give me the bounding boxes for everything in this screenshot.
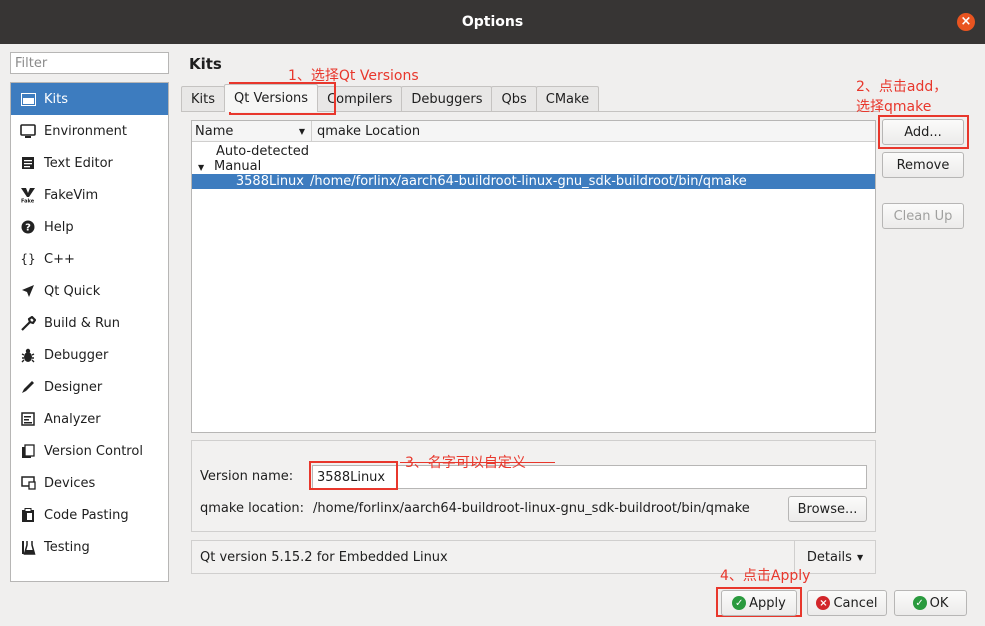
sidebar-item-label: Debugger (44, 347, 109, 363)
apply-label: Apply (749, 595, 786, 611)
apply-check-icon: ✓ (732, 596, 747, 610)
sidebar-item-label: Testing (44, 539, 90, 555)
sidebar-item-label: Environment (44, 123, 128, 139)
apply-button[interactable]: ✓ Apply (721, 590, 797, 616)
cpp-icon: {} (20, 252, 36, 266)
build-run-icon (18, 314, 38, 332)
sidebar-item-label: Text Editor (44, 155, 113, 171)
sidebar-item-label: C++ (44, 251, 75, 267)
devices-icon (18, 474, 38, 492)
sidebar-item-qt-quick[interactable]: Qt Quick (11, 275, 168, 307)
tab-debuggers[interactable]: Debuggers (401, 86, 493, 112)
cancel-label: Cancel (833, 595, 878, 611)
group-label: Auto-detected (216, 144, 309, 159)
annotation-step4: 4、点击Apply (720, 568, 811, 584)
sidebar-item-build-run[interactable]: Build & Run (11, 307, 168, 339)
sidebar-item-version-control[interactable]: Version Control (11, 435, 168, 467)
column-header-qmake-location[interactable]: qmake Location (312, 121, 420, 141)
sidebar-item-kits[interactable]: Kits (11, 83, 168, 115)
sidebar-item-devices[interactable]: Devices (11, 467, 168, 499)
column-header-name[interactable]: Name ▼ (192, 121, 312, 141)
environment-icon (18, 122, 38, 140)
testing-icon (18, 538, 38, 556)
sidebar-item-label: Devices (44, 475, 96, 491)
sidebar-item-text-editor[interactable]: Text Editor (11, 147, 168, 179)
tab-cmake[interactable]: CMake (535, 86, 600, 112)
title-bar: Options × (0, 0, 985, 44)
tab-qbs[interactable]: Qbs (491, 86, 537, 112)
sidebar-item-label: Build & Run (44, 315, 120, 331)
list-item[interactable]: Auto-detected (192, 144, 875, 159)
ok-check-icon: ✓ (912, 596, 927, 610)
tab-kits[interactable]: Kits (181, 86, 226, 112)
svg-text:Fake: Fake (21, 199, 35, 204)
sidebar-item-label: FakeVim (44, 187, 99, 203)
remove-button[interactable]: Remove (882, 152, 964, 178)
table-row[interactable]: 3588Linux/home/forlinx/aarch64-buildroot… (192, 174, 875, 189)
close-icon[interactable]: × (957, 13, 975, 31)
code-pasting-icon (18, 506, 38, 524)
strikethrough-line (400, 462, 555, 463)
version-control-icon (18, 442, 38, 460)
group-label: Manual (214, 159, 262, 174)
svg-text:?: ? (25, 223, 31, 234)
sidebar-item-analyzer[interactable]: Analyzer (11, 403, 168, 435)
sidebar-item-label: Analyzer (44, 411, 101, 427)
tab-qt-versions[interactable]: Qt Versions (224, 84, 319, 112)
fakevim-icon: Fake (18, 186, 38, 204)
cancel-x-icon: × (816, 596, 831, 610)
expand-arrow-icon[interactable]: ▼ (198, 160, 214, 175)
highlight-add-button (878, 115, 969, 149)
cancel-button[interactable]: × Cancel (807, 590, 887, 616)
ok-label: OK (929, 595, 949, 611)
sidebar-item-code-pasting[interactable]: Code Pasting (11, 499, 168, 531)
filter-input[interactable] (10, 52, 169, 74)
sidebar-item-cpp[interactable]: {} C++ (11, 243, 168, 275)
clean-up-button[interactable]: Clean Up (882, 203, 964, 229)
window-title: Options (461, 14, 524, 30)
list-header: Name ▼ qmake Location (192, 121, 875, 142)
ok-button[interactable]: ✓ OK (894, 590, 967, 616)
tab-bar: Kits Qt Versions Compilers Debuggers Qbs… (181, 84, 600, 112)
summary-text: Qt version 5.15.2 for Embedded Linux (200, 550, 448, 565)
annotation-step2-line1: 2、点击add， (856, 79, 948, 95)
sidebar-item-label: Kits (44, 91, 69, 107)
browse-button[interactable]: Browse... (788, 496, 867, 522)
qt-quick-icon (18, 282, 38, 300)
sidebar-item-label: Qt Quick (44, 283, 101, 299)
sidebar: Kits Environment Text Editor Fake FakeVi… (10, 82, 169, 582)
analyzer-icon (18, 410, 38, 428)
version-name-label: Version name: (200, 469, 294, 484)
sidebar-item-label: Code Pasting (44, 507, 129, 523)
chevron-down-icon: ▼ (856, 552, 864, 562)
qmake-location-value: /home/forlinx/aarch64-buildroot-linux-gn… (313, 501, 750, 516)
help-icon: ? (18, 218, 38, 236)
sort-arrow-icon: ▼ (298, 126, 305, 136)
debugger-icon (18, 346, 38, 364)
designer-icon (18, 378, 38, 396)
sidebar-item-fakevim[interactable]: Fake FakeVim (11, 179, 168, 211)
sidebar-item-label: Version Control (44, 443, 143, 459)
sidebar-item-label: Designer (44, 379, 103, 395)
annotation-step2-line2: 选择qmake (856, 99, 932, 115)
sidebar-item-label: Help (44, 219, 74, 235)
qt-versions-list[interactable]: Name ▼ qmake Location Auto-detected ▼ Man… (191, 120, 876, 433)
sidebar-item-designer[interactable]: Designer (11, 371, 168, 403)
list-item[interactable]: ▼ Manual (192, 159, 875, 174)
kits-icon (18, 90, 38, 108)
sidebar-item-testing[interactable]: Testing (11, 531, 168, 563)
qmake-location-label: qmake location: (200, 501, 305, 516)
sidebar-item-debugger[interactable]: Debugger (11, 339, 168, 371)
row-name: 3588Linux (235, 174, 304, 189)
highlight-version-name (309, 461, 398, 490)
page-title: Kits (189, 55, 222, 73)
row-location: /home/forlinx/aarch64-buildroot-linux-gn… (310, 174, 747, 189)
text-editor-icon (18, 154, 38, 172)
sidebar-item-help[interactable]: ? Help (11, 211, 168, 243)
sidebar-item-environment[interactable]: Environment (11, 115, 168, 147)
